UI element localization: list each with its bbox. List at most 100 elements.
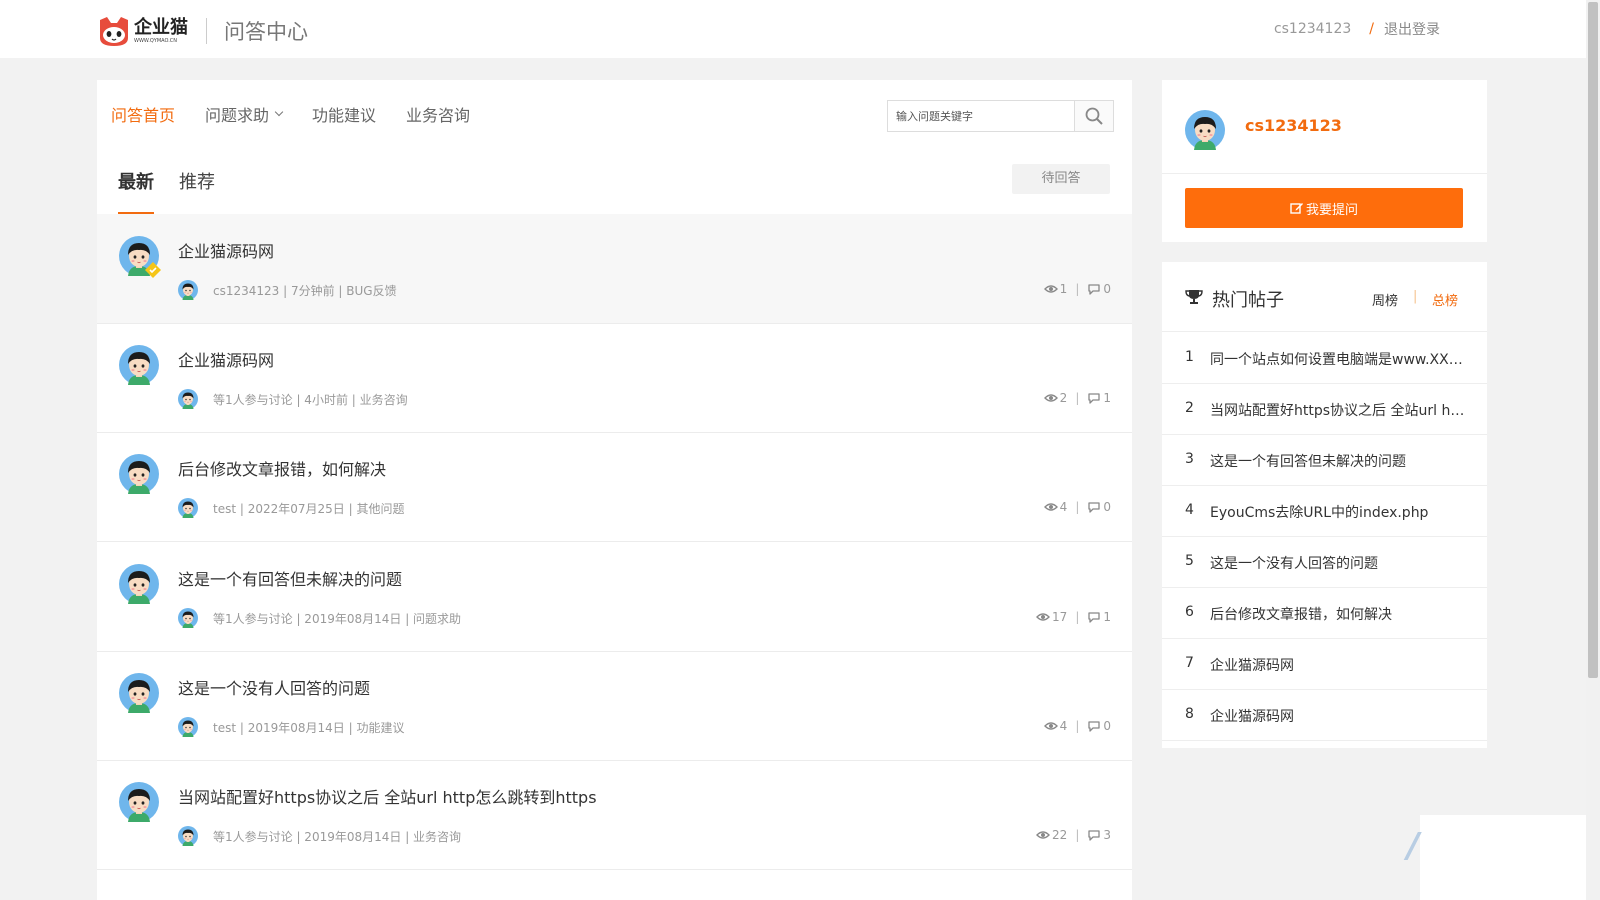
- nav-item-consult[interactable]: 业务咨询: [406, 102, 470, 126]
- question-title[interactable]: 企业猫源码网: [178, 238, 274, 262]
- view-count: 22: [1052, 828, 1068, 842]
- question-stats: 1 | 0: [1044, 282, 1111, 296]
- logo-divider: [206, 18, 207, 44]
- list-tabs: 最新 推荐: [97, 162, 1132, 218]
- hot-post-item[interactable]: 4 EyouCms去除URL中的index.php: [1162, 485, 1487, 537]
- question-title[interactable]: 当网站配置好https协议之后 全站url http怎么跳转到https: [178, 784, 597, 808]
- question-row[interactable]: 企业猫源码网 cs1234123 | 7分钟前 | BUG反馈 1 | 0: [97, 214, 1132, 324]
- question-stats: 22 | 3: [1036, 828, 1111, 842]
- hot-post-title[interactable]: 后台修改文章报错，如何解决: [1210, 604, 1466, 624]
- hot-post-title[interactable]: 企业猫源码网: [1210, 655, 1466, 675]
- comment-icon: [1087, 392, 1101, 404]
- hot-posts-header: 热门帖子 周榜 | 总榜: [1162, 262, 1487, 332]
- view-count: 4: [1059, 719, 1068, 733]
- question-row[interactable]: 企业猫源码网 等1人参与讨论 | 4小时前 | 业务咨询 2 | 1: [97, 323, 1132, 433]
- corner-watermark-icon: /: [1407, 826, 1420, 866]
- logout-link[interactable]: 退出登录: [1384, 19, 1440, 39]
- hot-post-item[interactable]: 2 当网站配置好https协议之后 全站url http怎么跳转到https: [1162, 383, 1487, 435]
- chevron-down-icon: [274, 107, 284, 117]
- question-row[interactable]: 这是一个没有人回答的问题 test | 2019年08月14日 | 功能建议 4…: [97, 651, 1132, 761]
- hot-post-item[interactable]: 7 企业猫源码网: [1162, 638, 1487, 690]
- hot-posts-panel: 热门帖子 周榜 | 总榜 1同一个站点如何设置电脑端是www.XXX.com… …: [1162, 262, 1487, 748]
- edit-icon: [1290, 203, 1303, 214]
- avatar: [119, 454, 159, 494]
- question-meta: 等1人参与讨论 | 2019年08月14日 | 问题求助: [213, 612, 462, 626]
- search-button[interactable]: [1074, 101, 1113, 131]
- question-title[interactable]: 企业猫源码网: [178, 347, 274, 371]
- question-stats: 4 | 0: [1044, 500, 1111, 514]
- question-row[interactable]: 这是一个有回答但未解决的问题 等1人参与讨论 | 2019年08月14日 | 问…: [97, 542, 1132, 652]
- rank-number: 8: [1185, 706, 1194, 722]
- view-count: 4: [1059, 500, 1068, 514]
- author-avatar: [178, 498, 198, 518]
- eye-icon: [1044, 393, 1058, 403]
- scrollbar-thumb[interactable]: [1588, 2, 1598, 678]
- header-username[interactable]: cs1234123: [1274, 21, 1351, 37]
- question-stats: 17 | 1: [1036, 610, 1111, 624]
- question-row[interactable]: 当网站配置好https协议之后 全站url http怎么跳转到https 等1人…: [97, 760, 1132, 870]
- hot-post-title[interactable]: 同一个站点如何设置电脑端是www.XXX.com…: [1210, 349, 1466, 369]
- answer-count: 1: [1103, 391, 1111, 405]
- tab-recommend[interactable]: 推荐: [179, 168, 215, 194]
- comment-icon: [1087, 283, 1101, 295]
- view-count: 1: [1059, 282, 1068, 296]
- rank-number: 1: [1185, 349, 1194, 365]
- tab-all-time[interactable]: 总榜: [1432, 290, 1458, 309]
- sidebar-username[interactable]: cs1234123: [1245, 116, 1342, 135]
- hot-post-item[interactable]: 6 后台修改文章报错，如何解决: [1162, 587, 1487, 639]
- cat-logo-icon: [100, 17, 128, 46]
- search-box: [887, 100, 1114, 132]
- avatar: [119, 564, 159, 604]
- hot-post-title[interactable]: 企业猫源码网: [1210, 706, 1466, 726]
- question-meta: 等1人参与讨论 | 2019年08月14日 | 业务咨询: [213, 830, 462, 844]
- nav-item-home[interactable]: 问答首页: [111, 102, 175, 126]
- hot-post-title[interactable]: 这是一个没有人回答的问题: [1210, 553, 1466, 573]
- hot-posts-title: 热门帖子: [1212, 290, 1284, 311]
- question-meta: cs1234123 | 7分钟前 | BUG反馈: [213, 284, 397, 298]
- site-logo[interactable]: 企业猫 WWW.QYMAO.CN 问答中心: [97, 14, 308, 48]
- comment-icon: [1087, 829, 1101, 841]
- ask-question-button[interactable]: 我要提问: [1185, 188, 1463, 228]
- author-avatar: [178, 717, 198, 737]
- answer-count: 1: [1103, 610, 1111, 624]
- comment-icon: [1087, 720, 1101, 732]
- eye-icon: [1044, 721, 1058, 731]
- hot-post-title[interactable]: 当网站配置好https协议之后 全站url http怎么跳转到https: [1210, 400, 1466, 420]
- avatar: [1185, 110, 1225, 150]
- hot-post-item[interactable]: 8 企业猫源码网: [1162, 689, 1487, 741]
- avatar: [119, 345, 159, 385]
- tab-latest[interactable]: 最新: [118, 168, 154, 194]
- question-stats: 4 | 0: [1044, 719, 1111, 733]
- search-icon: [1085, 107, 1103, 125]
- view-count: 2: [1059, 391, 1068, 405]
- nav-item-suggestion[interactable]: 功能建议: [312, 102, 376, 126]
- page-scrollbar[interactable]: [1586, 0, 1600, 900]
- user-card: cs1234123 我要提问: [1162, 80, 1487, 242]
- rank-number: 5: [1185, 553, 1194, 569]
- rank-number: 3: [1185, 451, 1194, 467]
- trophy-icon: [1185, 290, 1203, 304]
- nav-item-help[interactable]: 问题求助: [205, 102, 284, 126]
- tab-weekly[interactable]: 周榜: [1372, 290, 1398, 309]
- eye-icon: [1036, 612, 1050, 622]
- hot-post-item[interactable]: 5 这是一个没有人回答的问题: [1162, 536, 1487, 588]
- question-title[interactable]: 这是一个没有人回答的问题: [178, 675, 370, 699]
- hot-post-item[interactable]: 3 这是一个有回答但未解决的问题: [1162, 434, 1487, 486]
- question-title[interactable]: 后台修改文章报错，如何解决: [178, 456, 386, 480]
- avatar: [119, 673, 159, 713]
- answer-count: 0: [1103, 719, 1111, 733]
- question-stats: 2 | 1: [1044, 391, 1111, 405]
- question-meta: test | 2022年07月25日 | 其他问题: [213, 502, 405, 516]
- hot-post-title[interactable]: EyouCms去除URL中的index.php: [1210, 502, 1466, 522]
- section-title: 问答中心: [224, 20, 308, 44]
- author-avatar: [178, 608, 198, 628]
- pending-answer-button[interactable]: 待回答: [1012, 164, 1110, 194]
- header-separator: /: [1369, 21, 1374, 37]
- search-input[interactable]: [888, 101, 1074, 131]
- hot-post-title[interactable]: 这是一个有回答但未解决的问题: [1210, 451, 1466, 471]
- question-row[interactable]: 后台修改文章报错，如何解决 test | 2022年07月25日 | 其他问题 …: [97, 432, 1132, 542]
- eye-icon: [1036, 830, 1050, 840]
- hot-post-item[interactable]: 1 同一个站点如何设置电脑端是www.XXX.com…: [1162, 332, 1487, 384]
- view-count: 17: [1052, 610, 1068, 624]
- question-title[interactable]: 这是一个有回答但未解决的问题: [178, 566, 402, 590]
